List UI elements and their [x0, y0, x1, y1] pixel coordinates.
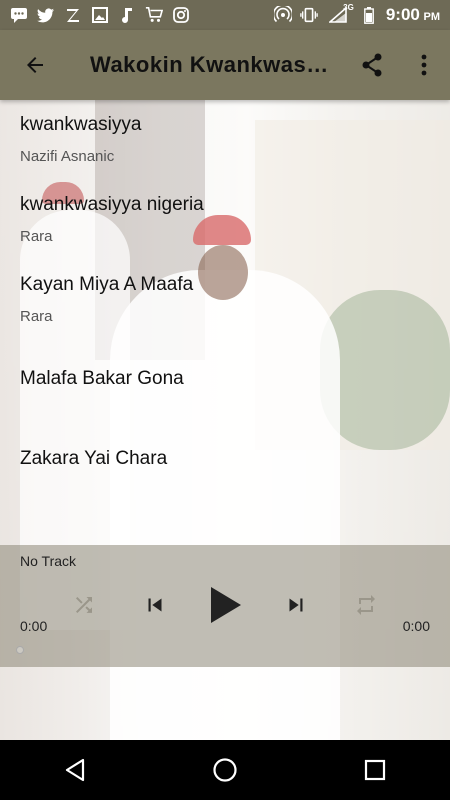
seek-bar[interactable] [16, 646, 430, 654]
system-nav-bar [0, 740, 450, 800]
list-item[interactable]: Malafa Bakar Gona [0, 340, 450, 420]
previous-button[interactable] [131, 585, 179, 625]
track-list: kwankwasiyya Nazifi Asnanic kwankwasiyya… [0, 100, 450, 500]
more-vert-icon [421, 54, 427, 76]
page-title: Wakokin Kwankwasiyya [90, 52, 330, 77]
list-item[interactable]: Zakara Yai Chara [0, 420, 450, 500]
repeat-button[interactable] [342, 585, 390, 625]
shuffle-icon [76, 597, 92, 613]
track-title: kwankwasiyya [20, 114, 142, 135]
list-item[interactable]: kwankwasiyya Nazifi Asnanic [0, 100, 450, 180]
list-item[interactable]: Kayan Miya A Maafa Rara [0, 260, 450, 340]
nav-back-button[interactable] [40, 740, 110, 800]
media-player: No Track 0:00 0:00 [0, 545, 450, 667]
track-artist: Rara [20, 228, 53, 245]
instagram-icon [172, 6, 190, 24]
more-options-button[interactable] [398, 30, 450, 100]
skip-next-icon [289, 598, 302, 612]
vibrate-icon [300, 6, 318, 24]
track-artist: Nazifi Asnanic [20, 148, 115, 165]
now-playing-label: No Track [20, 553, 77, 569]
repeat-icon [357, 595, 375, 615]
play-icon [211, 587, 241, 623]
duration: 0:00 [402, 618, 430, 634]
clock: 9:00 PM [385, 5, 440, 24]
back-triangle-icon [65, 758, 85, 782]
home-circle-icon [213, 758, 237, 782]
z-app-icon [64, 6, 82, 24]
list-item[interactable]: kwankwasiyya nigeria Rara [0, 180, 450, 260]
nav-home-button[interactable] [190, 740, 260, 800]
arrow-left-icon [27, 57, 43, 73]
back-button[interactable] [0, 30, 70, 100]
music-note-icon [118, 6, 136, 24]
track-title: Zakara Yai Chara [20, 448, 168, 469]
nav-recents-button[interactable] [340, 740, 410, 800]
app-toolbar: Wakokin Kwankwasiyya [0, 30, 450, 100]
recents-square-icon [364, 759, 386, 781]
share-icon [362, 53, 382, 77]
next-button[interactable] [272, 585, 320, 625]
track-title: kwankwasiyya nigeria [20, 194, 204, 215]
player-controls [60, 585, 390, 625]
share-button[interactable] [346, 30, 398, 100]
hotspot-icon [273, 6, 292, 24]
track-artist: Rara [20, 308, 53, 325]
status-bar: 3G 9:00 PM [0, 0, 450, 30]
current-time: 0:00 [20, 618, 48, 634]
play-button[interactable] [201, 585, 249, 625]
track-title: Malafa Bakar Gona [20, 368, 184, 389]
seek-thumb[interactable] [16, 646, 24, 654]
track-title: Kayan Miya A Maafa [20, 274, 194, 295]
twitter-icon [37, 6, 55, 24]
cart-icon [145, 6, 163, 24]
battery-icon [360, 6, 378, 24]
messages-icon [10, 6, 28, 24]
skip-previous-icon [148, 598, 161, 612]
image-icon [91, 6, 109, 24]
signal-icon: 3G [326, 3, 354, 24]
shuffle-button[interactable] [60, 585, 108, 625]
